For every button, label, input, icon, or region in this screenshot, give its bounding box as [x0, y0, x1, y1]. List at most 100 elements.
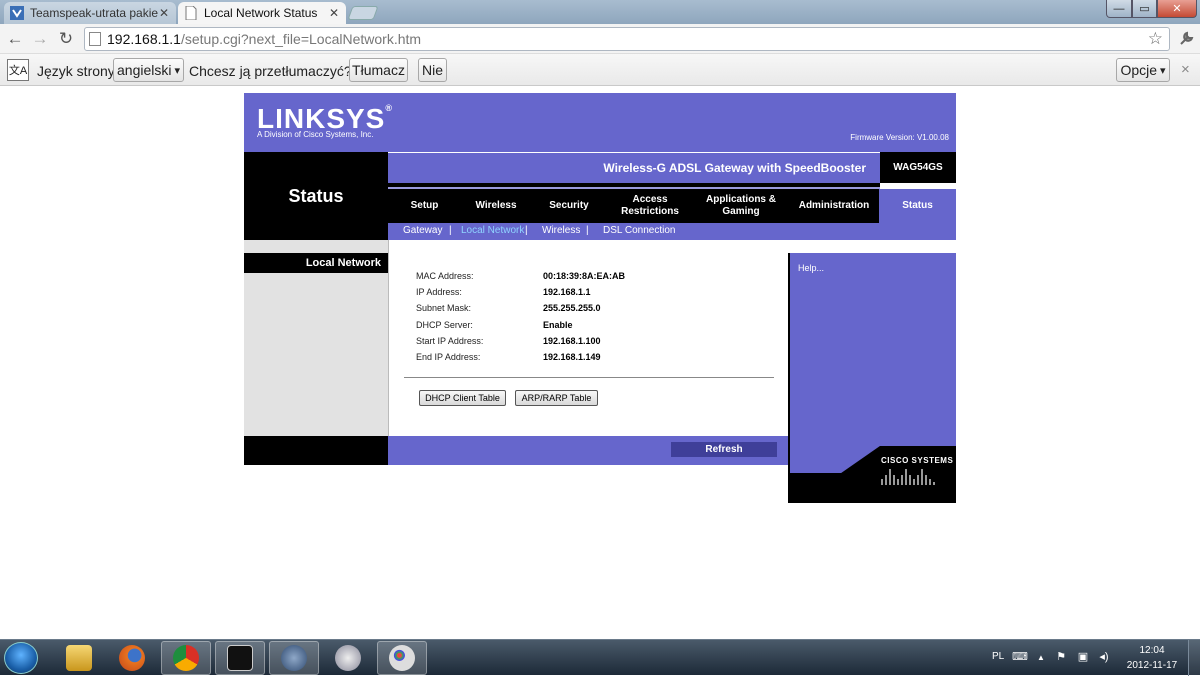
- tab-local-network-status[interactable]: Local Network Status ✕: [178, 2, 346, 24]
- help-gap: [788, 240, 956, 253]
- dhcp-server-value: Enable: [543, 320, 573, 330]
- tab-title: Local Network Status: [204, 6, 318, 20]
- wrench-menu-icon[interactable]: [1175, 28, 1197, 50]
- media-taskbar-icon[interactable]: [323, 641, 373, 675]
- translate-infobar: 文A Język strony: angielski ▾ Chcesz ją p…: [0, 54, 1200, 86]
- clock-date[interactable]: 2012-11-17: [1122, 660, 1182, 671]
- nav-access-restrictions[interactable]: Access Restrictions: [607, 189, 693, 223]
- subnav-local-network[interactable]: Local Network: [461, 225, 524, 236]
- nav-setup[interactable]: Setup: [388, 189, 461, 223]
- chevron-down-icon: ▾: [1160, 64, 1166, 77]
- firmware-version: Firmware Version: V1.00.08: [850, 133, 949, 142]
- language-value: angielski: [117, 62, 172, 78]
- steam-taskbar-icon[interactable]: [215, 641, 265, 675]
- back-arrow-icon[interactable]: ←: [4, 28, 26, 50]
- teamspeak-taskbar-icon[interactable]: [269, 641, 319, 675]
- left-strip: [244, 240, 388, 253]
- url-path: /setup.cgi?next_file=LocalNetwork.htm: [180, 31, 422, 47]
- field-label: DHCP Server:: [416, 320, 473, 330]
- field-label: MAC Address:: [416, 271, 474, 281]
- options-label: Opcje: [1120, 62, 1158, 78]
- cisco-bars-icon: [881, 469, 935, 485]
- help-link[interactable]: Help...: [798, 263, 824, 273]
- status-content: MAC Address: 00:18:39:8A:EA:AB IP Addres…: [388, 240, 788, 436]
- language-select[interactable]: angielski ▾: [113, 58, 184, 82]
- chrome-taskbar-icon[interactable]: [161, 641, 211, 675]
- input-language[interactable]: PL: [992, 651, 1004, 662]
- address-bar[interactable]: 192.168.1.1/setup.cgi?next_file=LocalNet…: [84, 27, 1170, 51]
- close-infobar-icon[interactable]: ×: [1181, 61, 1190, 78]
- browser-toolbar: ← → ↻ 192.168.1.1/setup.cgi?next_file=Lo…: [0, 24, 1200, 54]
- show-desktop-button[interactable]: [1188, 640, 1200, 676]
- arp-rarp-table-button[interactable]: ARP/RARP Table: [515, 390, 598, 406]
- end-ip-value: 192.168.1.149: [543, 352, 601, 362]
- translate-button[interactable]: Tłumacz: [349, 58, 408, 82]
- url-host: 192.168.1.1: [107, 31, 181, 47]
- content-divider: [404, 377, 774, 378]
- model-name: WAG54GS: [880, 152, 956, 183]
- forum-favicon-icon: [10, 6, 24, 20]
- translate-question: Chcesz ją przetłumaczyć?: [189, 63, 352, 79]
- maximize-button[interactable]: ▭: [1132, 0, 1157, 18]
- nav-status[interactable]: Status: [879, 189, 956, 223]
- ip-address-value: 192.168.1.1: [543, 287, 591, 297]
- browser-title-bar: Teamspeak-utrata pakietów ✕ Local Networ…: [0, 0, 1200, 24]
- subnav-dsl-connection[interactable]: DSL Connection: [603, 225, 675, 236]
- subnav-gateway[interactable]: Gateway: [403, 225, 442, 236]
- paint-taskbar-icon[interactable]: [377, 641, 427, 675]
- bookmark-star-icon[interactable]: ☆: [1148, 29, 1163, 49]
- options-button[interactable]: Opcje ▾: [1116, 58, 1170, 82]
- logo-subtitle: A Division of Cisco Systems, Inc.: [257, 130, 374, 139]
- minimize-button[interactable]: —: [1106, 0, 1132, 18]
- router-header: LINKSYS® A Division of Cisco Systems, In…: [244, 93, 956, 152]
- subnet-mask-value: 255.255.255.0: [543, 303, 601, 313]
- nav-applications-gaming[interactable]: Applications & Gaming: [693, 189, 789, 223]
- page-language-label: Język strony:: [37, 63, 119, 79]
- firefox-taskbar-icon[interactable]: [107, 641, 157, 675]
- field-label: End IP Address:: [416, 352, 481, 362]
- field-label: IP Address:: [416, 287, 462, 297]
- tab-teamspeak[interactable]: Teamspeak-utrata pakietów ✕: [4, 2, 176, 24]
- section-title: Status: [288, 186, 344, 206]
- product-bar: Wireless-G ADSL Gateway with SpeedBooste…: [388, 152, 880, 183]
- forward-arrow-icon[interactable]: →: [29, 28, 51, 50]
- action-center-flag-icon[interactable]: ⚑: [1055, 652, 1067, 663]
- field-label: Start IP Address:: [416, 336, 484, 346]
- product-name: Wireless-G ADSL Gateway with SpeedBooste…: [603, 161, 866, 175]
- tab-title: Teamspeak-utrata pakietów: [30, 6, 158, 20]
- keyboard-icon[interactable]: ⌨: [1012, 652, 1028, 663]
- network-icon[interactable]: ▣: [1077, 652, 1089, 663]
- content-footer: Refresh: [388, 436, 788, 465]
- nav-security[interactable]: Security: [531, 189, 607, 223]
- refresh-button[interactable]: Refresh: [671, 442, 777, 457]
- volume-icon[interactable]: ◂): [1098, 652, 1110, 663]
- tab-close-icon[interactable]: ✕: [328, 6, 340, 20]
- tab-close-icon[interactable]: ✕: [158, 6, 170, 20]
- left-section-heading: Local Network: [244, 253, 388, 273]
- start-button[interactable]: [4, 642, 38, 674]
- page-favicon-icon: [185, 6, 197, 20]
- sub-nav: Gateway | Local Network | Wireless | DSL…: [388, 223, 956, 240]
- explorer-taskbar-icon[interactable]: [54, 641, 104, 675]
- left-column: [244, 273, 388, 436]
- cisco-logo: CISCO SYSTEMS: [881, 456, 954, 465]
- tray-expand-icon[interactable]: ▲: [1035, 652, 1047, 663]
- subnav-wireless[interactable]: Wireless: [542, 225, 580, 236]
- main-nav: Setup Wireless Security Access Restricti…: [388, 189, 956, 223]
- dhcp-client-table-button[interactable]: DHCP Client Table: [419, 390, 506, 406]
- help-panel: Help...: [788, 253, 956, 473]
- start-ip-value: 192.168.1.100: [543, 336, 601, 346]
- close-window-button[interactable]: ✕: [1157, 0, 1197, 18]
- page-icon: [89, 32, 101, 46]
- subnav-separator: |: [586, 225, 589, 236]
- translate-icon: 文A: [7, 59, 29, 81]
- clock-time[interactable]: 12:04: [1128, 645, 1176, 656]
- nav-administration[interactable]: Administration: [789, 189, 879, 223]
- windows-taskbar: PL ⌨ ▲ ⚑ ▣ ◂) 12:04 2012-11-17: [0, 639, 1200, 676]
- nav-wireless[interactable]: Wireless: [461, 189, 531, 223]
- left-footer: [244, 436, 388, 465]
- subnav-separator: |: [525, 225, 528, 236]
- new-tab-button[interactable]: [347, 6, 379, 20]
- reload-icon[interactable]: ↻: [55, 28, 77, 50]
- no-button[interactable]: Nie: [418, 58, 447, 82]
